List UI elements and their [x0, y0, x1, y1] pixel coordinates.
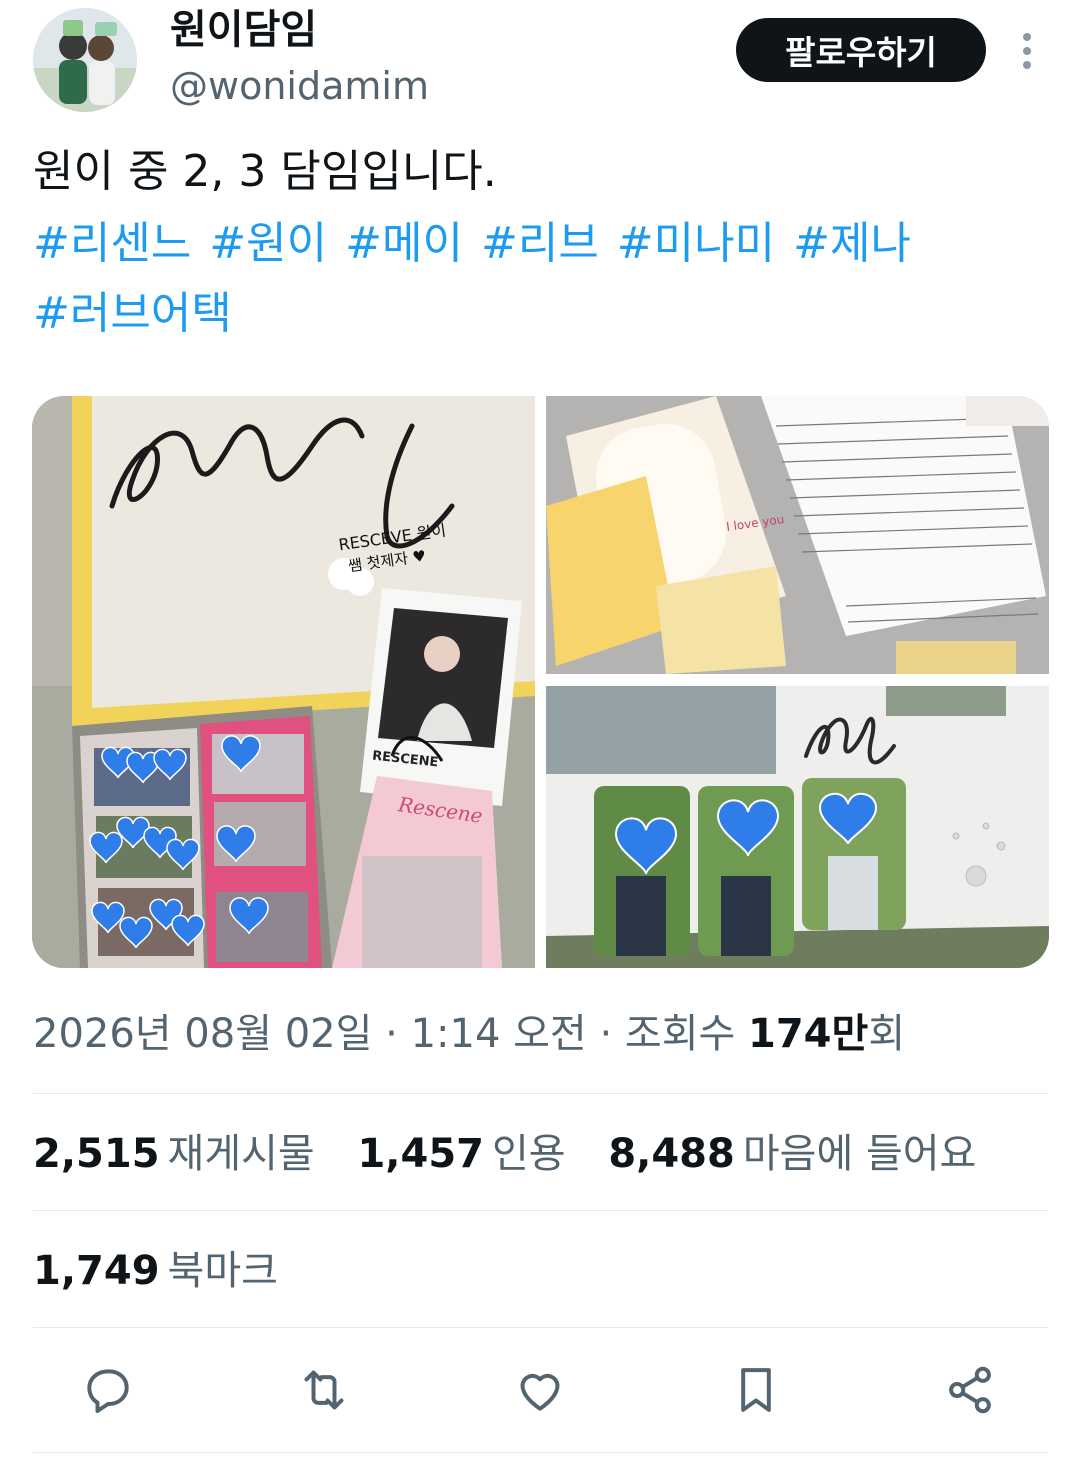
separator: ·	[599, 1011, 613, 1057]
bookmarks-label: 북마크	[167, 1248, 278, 1294]
hashtag-link[interactable]: #러브어택	[33, 288, 232, 339]
tweet-time[interactable]: 1:14 오전	[411, 1011, 587, 1057]
display-name[interactable]: 원이담임	[170, 2, 317, 58]
hashtag-link[interactable]: #리센느	[33, 218, 191, 269]
more-options-button[interactable]	[1010, 26, 1044, 76]
reposts-count: 2,515	[33, 1131, 160, 1177]
hashtag-link[interactable]: #제나	[793, 218, 911, 269]
hashtags-line-1: #리센느 #원이 #메이 #리브 #미나미 #제나	[33, 212, 929, 276]
media-photo-album-page[interactable]	[546, 686, 1049, 968]
likes-label: 마음에 들어요	[742, 1131, 977, 1177]
tweet-timestamp-views: 2026년 08월 02일 · 1:14 오전 · 조회수 174만회	[33, 1006, 905, 1062]
reply-icon	[87, 1369, 129, 1413]
like-button[interactable]	[508, 1358, 572, 1422]
views-count: 174만	[748, 1011, 869, 1057]
follow-button[interactable]: 팔로우하기	[736, 18, 986, 82]
divider	[33, 1210, 1048, 1211]
share-button[interactable]	[938, 1358, 1002, 1422]
quotes-stat[interactable]: 1,457 인용	[357, 1131, 595, 1177]
hashtags-line-2: #러브어택	[33, 282, 250, 346]
bookmark-icon	[741, 1368, 771, 1412]
bookmark-button[interactable]	[724, 1358, 788, 1422]
media-grid: RESCEVE 원이 쌤 첫제자 ♥ RESCENE Rescene I lov…	[32, 396, 1049, 968]
hashtag-link[interactable]: #메이	[345, 218, 463, 269]
repost-button[interactable]	[292, 1358, 356, 1422]
quotes-label: 인용	[491, 1131, 566, 1177]
bookmarks-stat[interactable]: 1,749 북마크	[33, 1243, 308, 1299]
views-suffix: 회	[868, 1011, 906, 1057]
reposts-label: 재게시물	[167, 1131, 315, 1177]
divider	[33, 1093, 1048, 1094]
quotes-count: 1,457	[357, 1131, 484, 1177]
separator: ·	[385, 1011, 398, 1057]
tweet-text: 원이 중 2, 3 담임입니다.	[33, 146, 497, 197]
more-icon	[1023, 33, 1031, 69]
repost-icon	[304, 1370, 344, 1410]
hashtag-link[interactable]: #미나미	[617, 218, 775, 269]
avatar[interactable]	[33, 8, 137, 112]
hashtag-link[interactable]: #리브	[481, 218, 599, 269]
hashtag-link[interactable]: #원이	[209, 218, 327, 269]
reply-button[interactable]	[76, 1358, 140, 1422]
likes-stat[interactable]: 8,488 마음에 들어요	[608, 1131, 1006, 1177]
reposts-stat[interactable]: 2,515 재게시물	[33, 1131, 345, 1177]
share-icon	[949, 1366, 991, 1414]
engagement-stats: 2,515 재게시물 1,457 인용 8,488 마음에 들어요	[33, 1126, 1006, 1182]
media-photo-letters[interactable]: I love you	[546, 396, 1049, 674]
views-label: 조회수	[624, 1011, 736, 1057]
divider	[33, 1452, 1048, 1453]
media-photo-signed-album[interactable]: RESCEVE 원이 쌤 첫제자 ♥ RESCENE Rescene	[32, 396, 535, 968]
like-icon	[520, 1373, 560, 1411]
bookmarks-count: 1,749	[33, 1248, 160, 1294]
divider	[33, 1327, 1048, 1328]
likes-count: 8,488	[608, 1131, 735, 1177]
user-handle[interactable]: @wonidamim	[170, 62, 429, 110]
tweet-date[interactable]: 2026년 08월 02일	[33, 1011, 372, 1057]
